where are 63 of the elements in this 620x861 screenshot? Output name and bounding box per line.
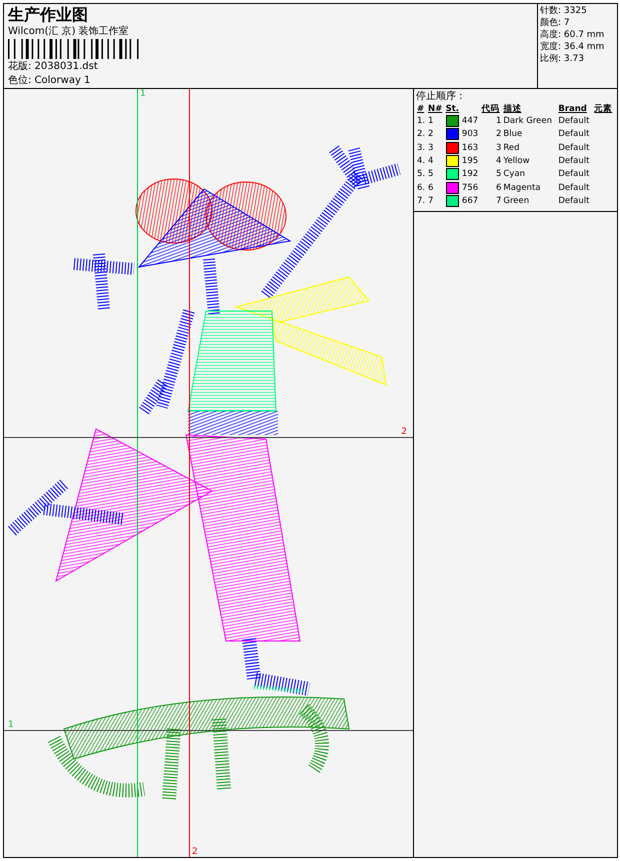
table-cell-text: 756 xyxy=(460,182,480,195)
column-header: # xyxy=(416,103,426,115)
guide-label: 1 xyxy=(140,89,146,99)
table-cell-text: Red xyxy=(502,142,521,155)
table-cell-text: 4 xyxy=(494,155,502,168)
guide-label: 1 xyxy=(8,720,14,730)
table-cell-text: 5 xyxy=(494,168,502,182)
table-cell-text: Default xyxy=(557,115,590,128)
table-cell-text: 447 xyxy=(460,115,480,128)
table-cell-text: 7 xyxy=(494,195,502,208)
table-cell-text: 163 xyxy=(460,142,480,155)
table-cell-text: Yellow xyxy=(502,155,531,168)
table-cell-text: Blue xyxy=(502,128,524,142)
design-stat: 比例: 3.73 xyxy=(540,53,585,65)
table-cell-text: Default xyxy=(557,168,590,182)
table-cell-text: 195 xyxy=(460,155,480,168)
design-stat: 宽度: 36.4 mm xyxy=(540,41,606,53)
table-cell-text: 192 xyxy=(460,168,480,182)
table-cell-text: Magenta xyxy=(502,182,542,195)
table-cell-text: Default xyxy=(557,182,590,195)
table-cell-text: 2 xyxy=(494,128,502,142)
stop-sequence-title: 停止顺序 : xyxy=(416,90,464,103)
guide-label: 2 xyxy=(192,847,198,857)
table-cell-text: 1 xyxy=(426,115,434,128)
design-stat: 针数: 3325 xyxy=(540,5,588,17)
table-cell-text: Default xyxy=(557,155,590,168)
table-cell-text: 6 xyxy=(426,182,434,195)
table-cell-text: Cyan xyxy=(502,168,526,182)
column-header: N# xyxy=(426,103,444,115)
table-cell-text: 6 xyxy=(494,182,502,195)
table-cell-text: 903 xyxy=(460,128,480,142)
table-cell-text: 5. xyxy=(416,168,426,182)
column-header: 代码 xyxy=(480,103,501,115)
guide-label: 2 xyxy=(401,427,407,437)
table-cell-text: 7 xyxy=(426,195,434,208)
table-cell-text: 2 xyxy=(426,128,434,142)
table-cell-text: 1 xyxy=(494,115,502,128)
table-cell-text: 4 xyxy=(426,155,434,168)
design-stat: 高度: 60.7 mm xyxy=(540,29,606,41)
column-header: 描述 xyxy=(502,103,522,115)
table-cell-text: 3 xyxy=(426,142,434,155)
table-cell-text: Default xyxy=(557,142,590,155)
table-cell-text: Dark Green xyxy=(502,115,554,128)
colorway-label: 色位: Colorway 1 xyxy=(8,74,92,87)
column-header: 元素 xyxy=(593,103,614,115)
table-cell-text: 6. xyxy=(416,182,426,195)
table-cell-text: Default xyxy=(557,128,590,142)
design-file: 花版: 2038031.dst xyxy=(8,60,99,73)
column-header: St. xyxy=(444,103,460,115)
table-cell-text: 667 xyxy=(460,195,480,208)
table-cell-text: 2. xyxy=(416,128,426,142)
table-cell-text: 3. xyxy=(416,142,426,155)
table-cell-text: 3 xyxy=(494,142,502,155)
sheet-title: 生产作业图 xyxy=(8,6,89,24)
column-header: Brand xyxy=(557,103,588,115)
design-stat: 颜色: 7 xyxy=(540,17,571,29)
company-name: Wilcom(汇 京) 装饰工作室 xyxy=(8,25,130,38)
table-cell-text: 5 xyxy=(426,168,434,182)
table-cell-text: 7. xyxy=(416,195,426,208)
table-cell-text: Green xyxy=(502,195,530,208)
table-cell-text: 4. xyxy=(416,155,426,168)
table-cell-text: Default xyxy=(557,195,590,208)
table-cell-text: 1. xyxy=(416,115,426,128)
